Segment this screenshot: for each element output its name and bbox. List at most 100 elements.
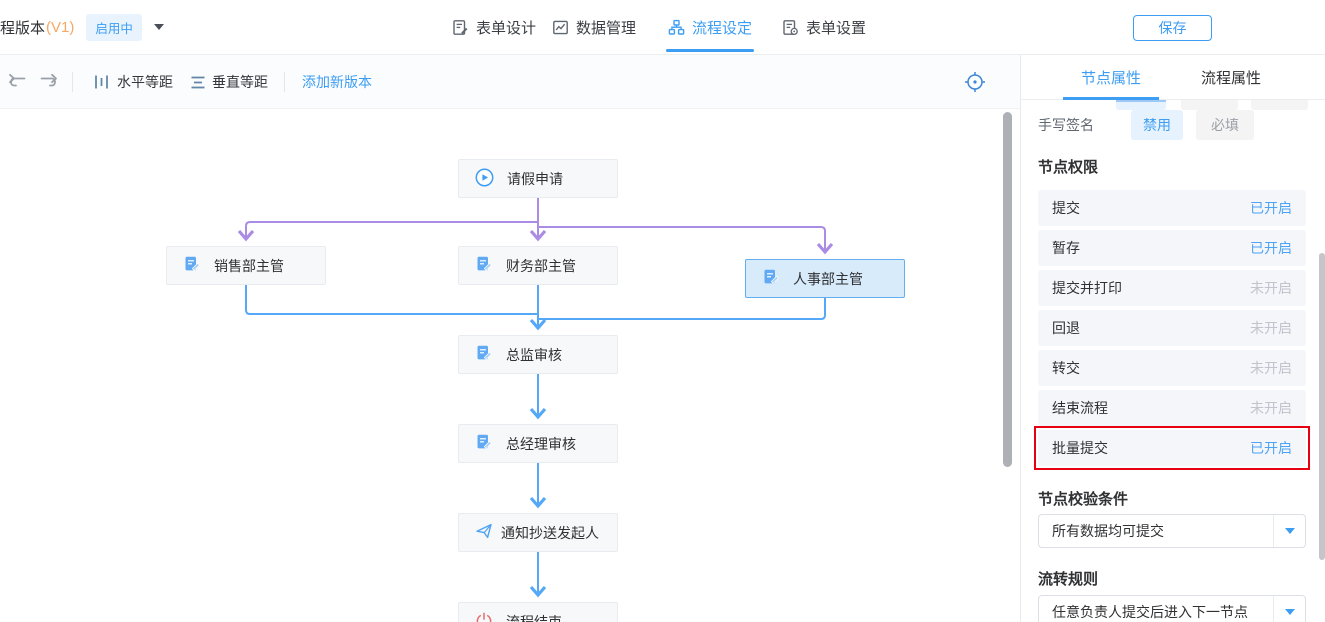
validation-select[interactable]: 所有数据均可提交 [1038, 514, 1306, 548]
node-permissions-title: 节点权限 [1038, 156, 1098, 177]
version-selector[interactable]: 程版本(V1) 启用中 [0, 0, 164, 54]
partial-button[interactable] [1251, 100, 1308, 110]
redo-icon[interactable] [36, 55, 58, 109]
doc-edit-icon [475, 255, 493, 276]
partial-button[interactable] [1116, 100, 1166, 110]
horizontal-spacing-icon[interactable] [94, 55, 109, 109]
perm-label: 转交 [1052, 358, 1080, 378]
properties-panel: 节点属性 流程属性 手写签名 禁用 必填 节点权限 提交 已开启 暂存 已开启 … [1020, 55, 1325, 622]
perm-status: 未开启 [1250, 358, 1292, 378]
tab-label: 流程设定 [692, 17, 752, 38]
perm-label: 暂存 [1052, 238, 1080, 258]
perm-status: 已开启 [1250, 198, 1292, 218]
tab-form-design[interactable]: 表单设计 [452, 0, 536, 54]
save-button[interactable]: 保存 [1133, 15, 1212, 41]
node-label: 销售部主管 [214, 256, 284, 276]
chevron-down-icon[interactable] [154, 24, 164, 30]
panel-tab-label: 流程属性 [1201, 67, 1261, 88]
flow-rule-title: 流转规则 [1038, 568, 1098, 589]
node-finance-manager[interactable]: 财务部主管 [458, 246, 618, 285]
node-sales-manager[interactable]: 销售部主管 [166, 246, 326, 285]
panel-vertical-scrollbar[interactable] [1319, 253, 1325, 560]
play-icon [475, 168, 494, 190]
version-tag: (V1) [46, 19, 74, 36]
perm-label: 结束流程 [1052, 398, 1108, 418]
chevron-down-icon [1285, 609, 1295, 615]
node-label: 流程结束 [506, 612, 562, 622]
form-gear-icon [782, 19, 799, 36]
workflow-designer-app: 程版本(V1) 启用中 表单设计 数据管理 流程设定 表单设 [0, 0, 1325, 622]
doc-edit-icon [475, 433, 493, 454]
tab-flow-properties[interactable]: 流程属性 [1201, 55, 1261, 100]
node-label: 总监审核 [506, 345, 562, 365]
horizontal-spacing-label[interactable]: 水平等距 [117, 55, 173, 109]
tab-form-settings[interactable]: 表单设置 [782, 0, 866, 54]
perm-status: 未开启 [1250, 398, 1292, 418]
perm-status: 已开启 [1250, 238, 1292, 258]
node-start[interactable]: 请假申请 [458, 159, 618, 198]
node-label: 总经理审核 [506, 434, 576, 454]
validation-title: 节点校验条件 [1038, 488, 1128, 509]
panel-tab-bar: 节点属性 流程属性 [1021, 55, 1325, 100]
perm-row-rollback[interactable]: 回退 未开启 [1038, 310, 1306, 346]
caret-zone [1273, 515, 1305, 547]
data-chart-icon [552, 19, 569, 36]
form-design-icon [452, 19, 469, 36]
signature-disabled-button[interactable]: 禁用 [1131, 110, 1183, 140]
doc-edit-icon [475, 344, 493, 365]
perm-label: 批量提交 [1052, 438, 1108, 458]
perm-status: 未开启 [1250, 278, 1292, 298]
tab-flow-settings[interactable]: 流程设定 [668, 0, 752, 54]
status-badge: 启用中 [86, 14, 142, 41]
node-hr-manager[interactable]: 人事部主管 [745, 259, 905, 298]
doc-edit-icon [183, 255, 201, 276]
vertical-spacing-label[interactable]: 垂直等距 [212, 55, 268, 109]
canvas-vertical-scrollbar[interactable] [1003, 112, 1012, 467]
node-gm-review[interactable]: 总经理审核 [458, 424, 618, 463]
perm-row-end-flow[interactable]: 结束流程 未开启 [1038, 390, 1306, 426]
partial-button[interactable] [1181, 100, 1238, 110]
top-bar: 程版本(V1) 启用中 表单设计 数据管理 流程设定 表单设 [0, 0, 1325, 55]
tab-data-management[interactable]: 数据管理 [552, 0, 636, 54]
perm-row-save-draft[interactable]: 暂存 已开启 [1038, 230, 1306, 266]
perm-label: 提交并打印 [1052, 278, 1122, 298]
node-label: 通知抄送发起人 [501, 523, 599, 543]
vertical-spacing-icon[interactable] [190, 55, 206, 109]
tab-label: 表单设计 [476, 17, 536, 38]
add-version-link[interactable]: 添加新版本 [302, 55, 372, 109]
handwritten-signature-row: 手写签名 禁用 必填 [1038, 110, 1308, 140]
perm-row-submit[interactable]: 提交 已开启 [1038, 190, 1306, 226]
tab-label: 表单设置 [806, 17, 866, 38]
perm-status: 未开启 [1250, 318, 1292, 338]
caret-zone [1273, 596, 1305, 622]
perm-row-submit-print[interactable]: 提交并打印 未开启 [1038, 270, 1306, 306]
tab-label: 数据管理 [576, 17, 636, 38]
validation-value: 所有数据均可提交 [1052, 521, 1164, 541]
perm-label: 提交 [1052, 198, 1080, 218]
signature-required-button[interactable]: 必填 [1196, 110, 1254, 140]
panel-tab-label: 节点属性 [1081, 67, 1141, 88]
node-label: 请假申请 [507, 169, 563, 189]
node-label: 人事部主管 [793, 269, 863, 289]
node-end[interactable]: 流程结束 [458, 602, 618, 622]
perm-label: 回退 [1052, 318, 1080, 338]
locate-target-icon[interactable] [963, 55, 987, 109]
node-notify-cc[interactable]: 通知抄送发起人 [458, 513, 618, 552]
perm-row-batch-submit[interactable]: 批量提交 已开启 [1038, 430, 1306, 466]
perm-row-transfer[interactable]: 转交 未开启 [1038, 350, 1306, 386]
flow-canvas[interactable]: 请假申请 销售部主管 财务部主管 人事部主管 总监审核 [0, 109, 1020, 622]
tab-node-properties[interactable]: 节点属性 [1081, 55, 1141, 100]
doc-edit-icon [762, 268, 780, 289]
send-icon [475, 522, 493, 543]
toolbar-divider [72, 72, 73, 92]
flowchart-icon [668, 19, 685, 36]
node-director-review[interactable]: 总监审核 [458, 335, 618, 374]
toolbar-divider [284, 72, 285, 92]
flow-rule-select[interactable]: 任意负责人提交后进入下一节点 [1038, 595, 1306, 622]
perm-status: 已开启 [1250, 438, 1292, 458]
undo-icon[interactable] [8, 55, 30, 109]
flow-rule-value: 任意负责人提交后进入下一节点 [1052, 602, 1248, 622]
power-icon [475, 611, 493, 622]
node-label: 财务部主管 [506, 256, 576, 276]
canvas-toolbar: 水平等距 垂直等距 添加新版本 100% [0, 55, 1020, 109]
